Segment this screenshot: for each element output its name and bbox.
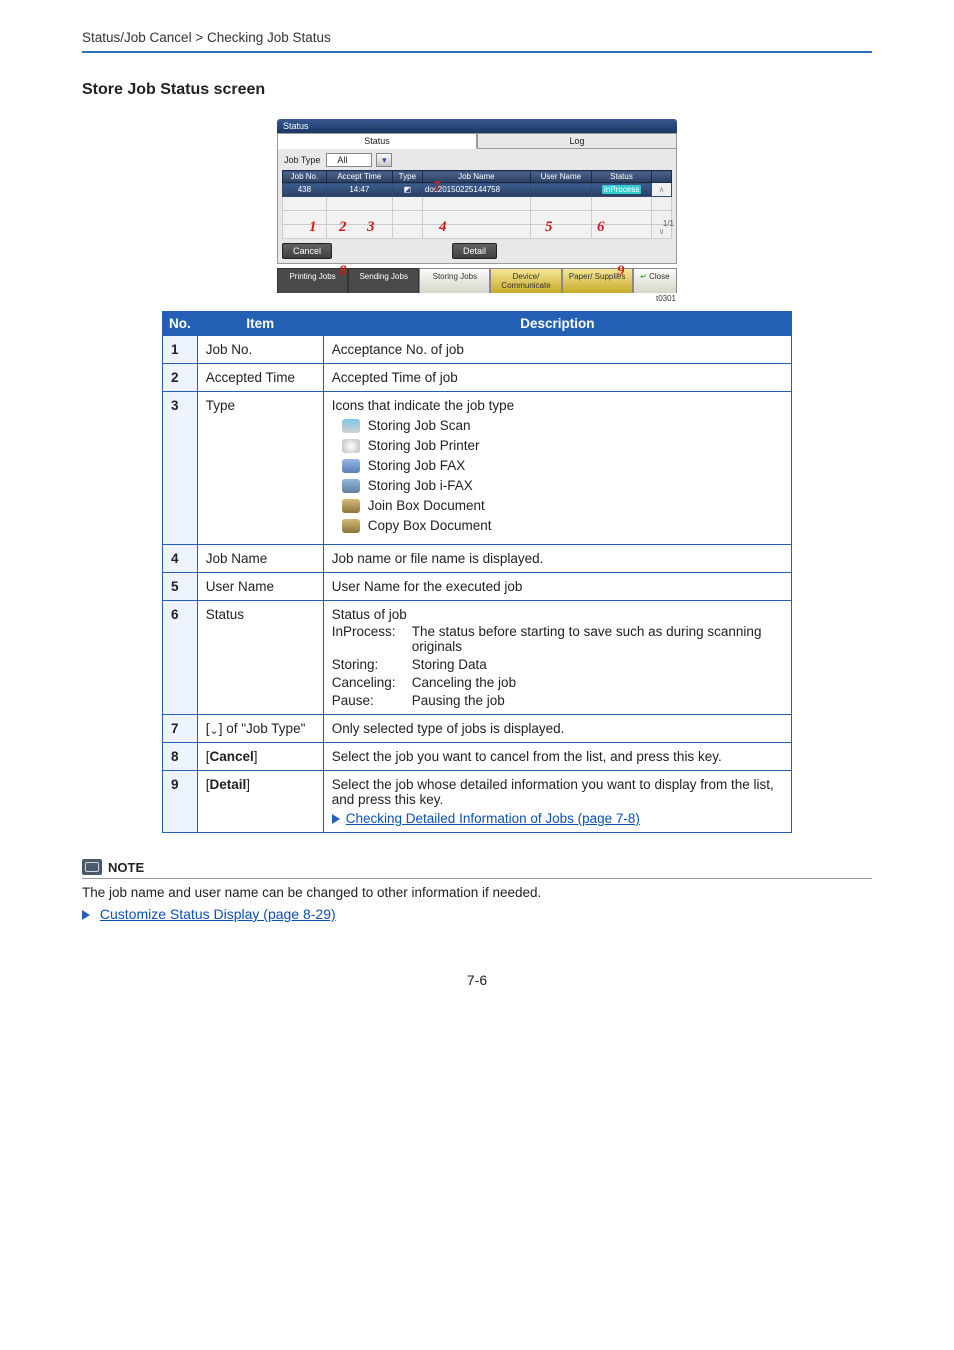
- col-jobno: Job No.: [283, 171, 327, 183]
- note-icon: [82, 859, 102, 875]
- callout-1: 1: [309, 219, 317, 236]
- col-time: Accept Time: [326, 171, 392, 183]
- detail-button[interactable]: Detail: [452, 243, 497, 259]
- col-scroll: [652, 171, 672, 183]
- chevron-down-icon: ⌄: [210, 724, 219, 737]
- section-title: Store Job Status screen: [82, 81, 872, 99]
- callout-7: 7: [433, 179, 441, 196]
- scroll-up-icon[interactable]: ∧: [652, 183, 672, 197]
- note-link[interactable]: Customize Status Display (page 8-29): [100, 906, 336, 922]
- callout-9: 9: [617, 263, 625, 280]
- tab-device[interactable]: Device/ Communicate: [490, 268, 561, 293]
- jobtype-dropdown-button[interactable]: ▾: [376, 153, 392, 167]
- callout-2: 2: [339, 219, 347, 236]
- join-box-icon: [342, 499, 360, 513]
- table-row: 9 [Detail] Select the job whose detailed…: [163, 771, 792, 833]
- fax-icon: [342, 459, 360, 473]
- cell-status: InProcess: [591, 183, 651, 197]
- note-box: NOTE The job name and user name can be c…: [82, 859, 872, 922]
- tab-printing-jobs[interactable]: Printing Jobs: [277, 268, 348, 293]
- head-item: Item: [197, 312, 323, 336]
- status-lead: Status of job: [332, 607, 783, 622]
- cancel-button[interactable]: Cancel: [282, 243, 332, 259]
- tab-status[interactable]: Status: [277, 133, 477, 149]
- printer-icon: [342, 439, 360, 453]
- table-row: 7 [⌄] of "Job Type" Only selected type o…: [163, 715, 792, 743]
- page-number: 7-6: [82, 972, 872, 988]
- breadcrumb: Status/Job Cancel > Checking Job Status: [82, 30, 872, 53]
- col-type: Type: [392, 171, 422, 183]
- type-lead: Icons that indicate the job type: [332, 398, 783, 413]
- page-counter: 1/1: [663, 219, 674, 228]
- table-row: 4 Job Name Job name or file name is disp…: [163, 545, 792, 573]
- description-table: No. Item Description 1 Job No. Acceptanc…: [162, 311, 792, 833]
- cell-type-icon: ◩: [392, 183, 422, 197]
- ui-title: Status: [277, 119, 677, 133]
- col-user: User Name: [530, 171, 591, 183]
- head-no: No.: [163, 312, 198, 336]
- table-row: 2 Accepted Time Accepted Time of job: [163, 364, 792, 392]
- col-status: Status: [591, 171, 651, 183]
- callout-4: 4: [439, 219, 447, 236]
- callout-5: 5: [545, 219, 553, 236]
- table-row: 3 Type Icons that indicate the job type …: [163, 392, 792, 545]
- table-row: 5 User Name User Name for the executed j…: [163, 573, 792, 601]
- table-row: 1 Job No. Acceptance No. of job: [163, 336, 792, 364]
- note-label: NOTE: [108, 860, 144, 875]
- cell-user: [530, 183, 591, 197]
- table-row[interactable]: 438 14:47 ◩ doc20150225144758 InProcess …: [283, 183, 672, 197]
- tab-close[interactable]: ↵ Close: [633, 268, 677, 293]
- tab-storing-jobs[interactable]: Storing Jobs: [419, 268, 490, 293]
- ifax-icon: [342, 479, 360, 493]
- store-job-status-ui: Status Status Log Job Type All ▾ Job No.…: [277, 119, 677, 303]
- note-body: The job name and user name can be change…: [82, 885, 872, 900]
- jobtype-value: All: [326, 153, 372, 167]
- callout-8: 8: [339, 263, 347, 280]
- jobtype-label: Job Type: [282, 154, 322, 166]
- tab-log[interactable]: Log: [477, 133, 677, 149]
- ui-foot-code: t0301: [277, 294, 677, 303]
- tab-sending-jobs[interactable]: Sending Jobs: [348, 268, 419, 293]
- scan-icon: [342, 419, 360, 433]
- head-desc: Description: [323, 312, 791, 336]
- cell-jobno: 438: [283, 183, 327, 197]
- callout-3: 3: [367, 219, 375, 236]
- cell-time: 14:47: [326, 183, 392, 197]
- table-row: [283, 197, 672, 211]
- detail-desc: Select the job whose detailed informatio…: [332, 777, 783, 807]
- detail-link[interactable]: Checking Detailed Information of Jobs (p…: [346, 811, 640, 826]
- copy-box-icon: [342, 519, 360, 533]
- table-row: 6 Status Status of job InProcess:The sta…: [163, 601, 792, 715]
- table-row: 8 [Cancel] Select the job you want to ca…: [163, 743, 792, 771]
- callout-6: 6: [597, 219, 605, 236]
